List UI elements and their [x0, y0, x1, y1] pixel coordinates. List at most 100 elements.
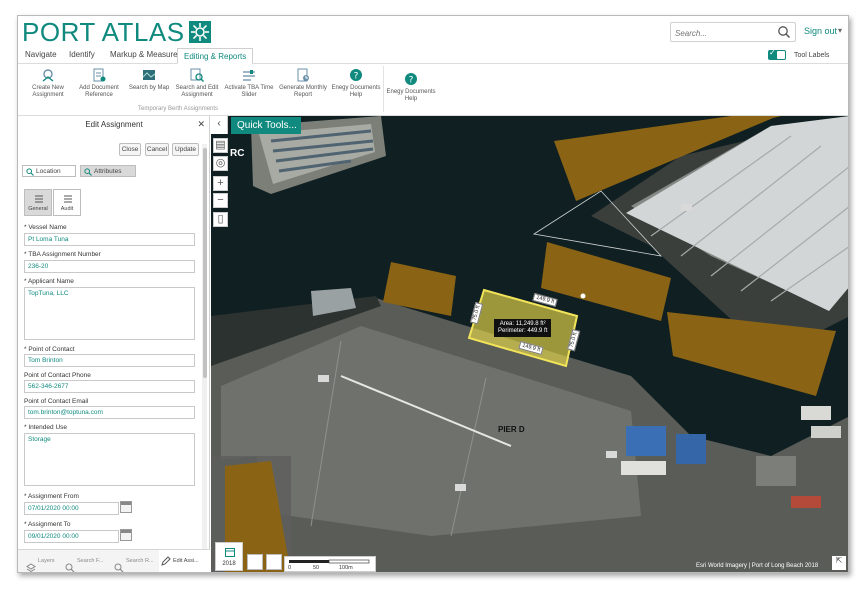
tab-layers[interactable]: Layers	[24, 558, 55, 572]
time-slider-button[interactable]: Activate TBA Time Slider	[224, 68, 274, 99]
search-icon	[84, 168, 92, 178]
svg-text:?: ?	[354, 72, 359, 82]
contact-label: * Point of Contact	[24, 346, 75, 353]
scale-bar: 0 50 100m	[284, 556, 376, 572]
time-slider-icon	[242, 68, 256, 82]
search-icon[interactable]	[777, 25, 791, 44]
create-assignment-button[interactable]: Create New Assignment	[23, 68, 73, 99]
view-label: Audit	[60, 206, 74, 212]
app-window: PORT ATLAS Sign out ▾	[17, 15, 849, 573]
audit-view-button[interactable]: Audit	[53, 189, 81, 216]
email-field[interactable]: tom.brinton@toptuna.com	[24, 406, 195, 419]
locate-icon[interactable]: ◎	[213, 156, 228, 171]
tab-markup-measure[interactable]: Markup & Measure	[110, 50, 178, 59]
check-icon: ✓	[769, 48, 776, 57]
ribbon-button-label: Create New Assignment	[32, 85, 64, 98]
vessel-name-label: * Vessel Name	[24, 224, 67, 231]
help-icon: ?	[404, 72, 418, 86]
segment-label: Attributes	[94, 168, 122, 175]
segment-label: Location	[36, 168, 61, 175]
logo-thin: ATLAS	[101, 17, 185, 47]
main-tabs: Navigate Identify Markup & Measure Editi…	[18, 48, 848, 64]
general-view-button[interactable]: General	[24, 189, 52, 216]
list-icon	[64, 195, 72, 203]
panel-scroll-thumb[interactable]	[203, 148, 207, 378]
to-field[interactable]: 09/01/2020 00:00	[24, 530, 119, 543]
from-label: * Assignment From	[24, 493, 79, 500]
close-button[interactable]: Close	[119, 143, 141, 156]
book-icon[interactable]: ▯	[213, 212, 228, 227]
tba-number-field[interactable]: 236-20	[24, 260, 195, 273]
tab-editing-reports[interactable]: Editing & Reports	[177, 48, 254, 64]
close-icon[interactable]: ✕	[197, 119, 205, 130]
scale-label-0: 0	[288, 565, 292, 571]
chevron-down-icon[interactable]: ▾	[838, 26, 842, 35]
search-icon	[65, 563, 75, 572]
help-button-1[interactable]: ? Enegy Documents Help	[331, 68, 381, 99]
tool-labels-label: Tool Labels	[794, 52, 830, 59]
list-icon	[35, 195, 43, 203]
ribbon-button-label: Add Document Reference	[79, 85, 119, 98]
report-icon	[296, 68, 310, 82]
quick-tools-button[interactable]: Quick Tools...	[231, 117, 301, 134]
phone-label: Point of Contact Phone	[24, 372, 91, 379]
sign-out-link[interactable]: Sign out	[804, 26, 837, 36]
zoom-out-button[interactable]: −	[213, 193, 228, 208]
search-by-map-button[interactable]: Search by Map	[124, 68, 174, 92]
app-header: PORT ATLAS Sign out ▾	[18, 16, 848, 48]
search-input[interactable]	[671, 24, 771, 43]
collapse-panel-button[interactable]: ‹	[211, 116, 228, 134]
area-measurement-label: Area: 11,249.8 ft² Perimeter: 449.9 ft	[494, 319, 552, 337]
use-field[interactable]: Storage	[24, 433, 195, 486]
phone-field[interactable]: 562-346-2677	[24, 380, 195, 393]
attributes-segment[interactable]: Attributes	[80, 165, 136, 177]
monthly-report-button[interactable]: Generate Monthly Report	[278, 68, 328, 99]
calendar-icon[interactable]	[120, 501, 132, 513]
vessel-name-field[interactable]: Pt Loma Tuna	[24, 233, 195, 246]
table-icon[interactable]: ▤	[213, 138, 228, 153]
calendar-icon[interactable]	[120, 529, 132, 541]
zoom-in-button[interactable]: +	[213, 176, 228, 191]
location-segment[interactable]: Location	[22, 165, 76, 177]
tab-search-results[interactable]: Search R...	[112, 558, 154, 572]
applicant-field[interactable]: TopTuna, LLC	[24, 287, 195, 340]
tab-identify[interactable]: Identify	[69, 50, 95, 59]
help-icon: ?	[349, 68, 363, 82]
bottom-tabs: Layers Search F... Search R... Edit Assi…	[18, 549, 210, 572]
layers-icon	[26, 563, 36, 572]
applicant-label: * Applicant Name	[24, 278, 74, 285]
contact-field[interactable]: Tom Brinton	[24, 354, 195, 367]
search-edit-button[interactable]: Search and Edit Assignment	[172, 68, 222, 99]
expand-icon[interactable]: ⇱	[832, 556, 846, 570]
bottom-tab-label: Edit Assi...	[173, 558, 199, 564]
email-label: Point of Contact Email	[24, 398, 89, 405]
tab-navigate[interactable]: Navigate	[25, 50, 57, 59]
logo-icon	[188, 21, 211, 43]
tab-edit-assignment[interactable]: Edit Assi...	[159, 550, 210, 572]
ribbon-button-label: Search by Map	[128, 85, 170, 91]
ribbon-group-label: Temporary Berth Assignments	[138, 106, 219, 112]
map-attribution: Esri World Imagery | Port of Long Beach …	[696, 563, 819, 569]
basemap-thumb-2[interactable]	[266, 554, 282, 570]
cancel-button[interactable]: Cancel	[145, 143, 169, 156]
map-view[interactable]: ‹ Quick Tools... RC ▤ ◎ + − ▯ 149.9 ft 1…	[211, 116, 848, 572]
add-document-button[interactable]: Add Document Reference	[74, 68, 124, 99]
help-button-2[interactable]: ? Enegy Documents Help	[386, 72, 436, 103]
scale-label-50: 50	[313, 565, 320, 571]
year-selector[interactable]: 2018	[215, 542, 243, 571]
from-field[interactable]: 07/01/2020 00:00	[24, 502, 119, 515]
search-box[interactable]	[670, 22, 796, 44]
logo: PORT ATLAS	[22, 19, 211, 45]
svg-text:?: ?	[409, 76, 414, 86]
bottom-tab-label: Search R...	[126, 558, 154, 564]
edit-assignment-panel: Edit Assignment ✕ Close Cancel Update Lo…	[18, 116, 210, 560]
basemap-thumb-1[interactable]	[247, 554, 263, 570]
view-label: General	[28, 206, 48, 212]
tool-labels-toggle[interactable]: ✓	[768, 48, 786, 60]
year-label: 2018	[222, 561, 236, 567]
ribbon-toolbar: Create New Assignment Add Document Refer…	[18, 64, 848, 116]
update-button[interactable]: Update	[172, 143, 199, 156]
bottom-tab-label: Layers	[38, 558, 55, 564]
tab-search-features[interactable]: Search F...	[63, 558, 103, 572]
search-icon	[114, 563, 124, 572]
